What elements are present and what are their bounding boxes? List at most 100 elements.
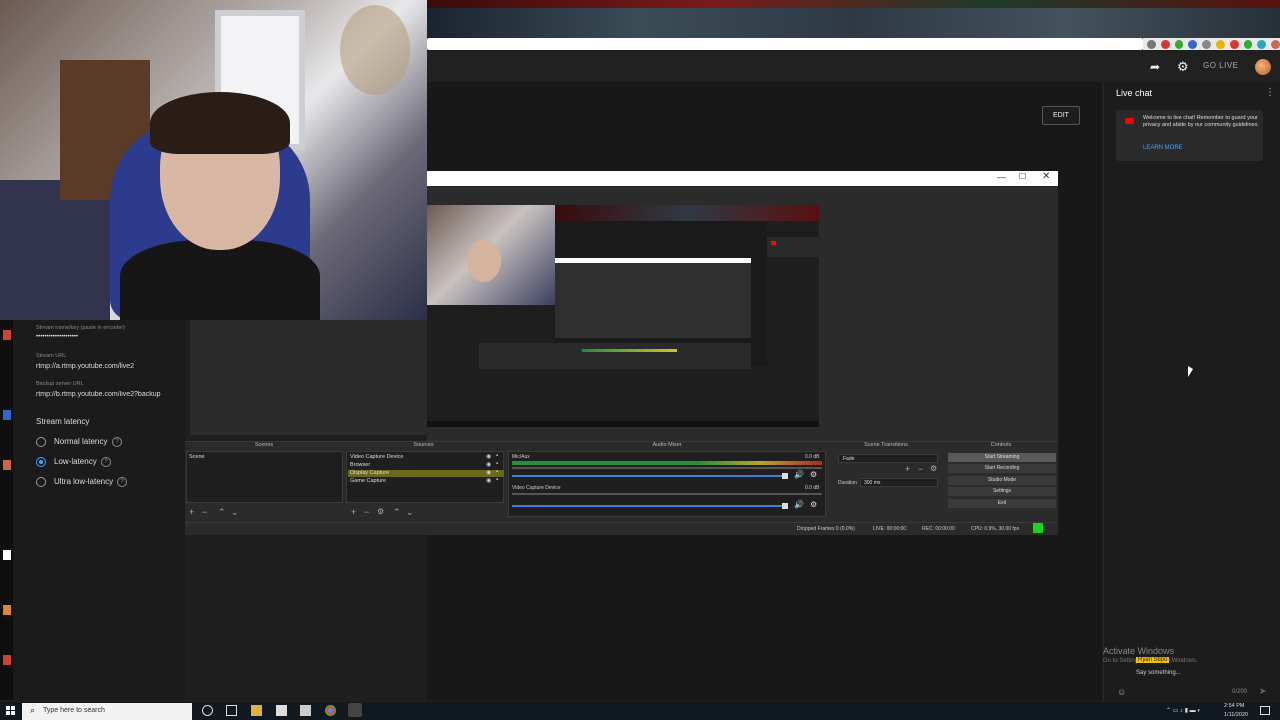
start-streaming-button[interactable]: Start Streaming [948,453,1056,462]
stream-latency-heading: Stream latency [36,417,90,426]
taskbar-search-input[interactable]: Type here to search [43,707,105,714]
extension-icon[interactable] [1215,39,1225,49]
maximize-icon[interactable]: ☐ [1019,172,1026,181]
chevron-up-icon[interactable]: ⌃ [393,507,401,518]
gear-icon[interactable]: ⚙ [810,470,817,479]
speaker-icon[interactable]: 🔊 [794,500,804,509]
normal-latency-radio[interactable] [36,437,46,447]
sidebar-icon[interactable] [3,550,11,560]
gear-icon[interactable]: ⚙ [1177,59,1191,74]
extension-icon[interactable] [1160,39,1170,49]
lock-icon[interactable]: ▪ [496,469,498,475]
source-item[interactable]: Browser [350,462,370,468]
gear-icon[interactable]: ⚙ [377,507,384,516]
gear-icon[interactable]: ⚙ [810,500,817,509]
chevron-down-icon[interactable]: ⌄ [406,507,414,518]
eye-icon[interactable]: ◉ [486,477,491,484]
volume-slider[interactable] [512,505,788,507]
normal-latency-label[interactable]: Normal latency [54,437,107,446]
source-item[interactable]: Display Capture [350,470,389,476]
duration-input[interactable]: 300 ms [860,478,938,487]
lock-icon[interactable]: ▪ [496,461,498,467]
transition-select[interactable]: Fade [838,454,938,463]
sidebar-icon[interactable] [3,655,11,665]
go-live-button[interactable]: GO LIVE [1203,61,1239,70]
add-icon[interactable]: + [905,464,910,474]
extension-icon[interactable] [1202,39,1211,49]
minimize-icon[interactable]: — [997,172,1006,182]
help-icon[interactable]: ? [112,437,122,447]
extension-icon[interactable] [1243,39,1253,49]
extension-icon[interactable] [1257,39,1267,49]
sidebar-icon[interactable] [3,330,11,340]
backup-url-field[interactable]: rtmp://b.rtmp.youtube.com/live2?backup [36,391,184,398]
low-latency-radio[interactable] [36,457,46,467]
notification-icon[interactable] [1260,706,1270,715]
chevron-down-icon[interactable]: ⌄ [231,507,239,518]
stream-url-field[interactable]: rtmp://a.rtmp.youtube.com/live2 [36,363,134,370]
emoji-icon[interactable]: ☺ [1117,687,1126,697]
studio-mode-button[interactable]: Studio Mode [948,476,1056,485]
lock-icon[interactable]: ▪ [496,453,498,459]
sidebar-icon[interactable] [3,410,11,420]
obs-taskbar-icon[interactable] [348,703,362,717]
edit-button[interactable]: EDIT [1042,106,1080,125]
audio-mixer-title: Audio Mixer [652,442,682,448]
ultra-low-latency-radio[interactable] [36,477,46,487]
remove-icon[interactable]: − [918,464,923,474]
sources-title: Sources [413,442,434,448]
scene-item[interactable]: Scene [189,454,205,460]
remove-icon[interactable]: − [364,507,369,517]
add-icon[interactable]: + [351,507,356,517]
settings-button[interactable]: Settings [948,487,1056,496]
extension-icon[interactable] [1271,39,1280,49]
obs-preview-canvas[interactable] [427,205,819,427]
system-tray-icons[interactable]: ⌃ ▭ ♪ ▮ ▬ ◐ [1166,707,1201,714]
start-recording-button[interactable]: Start Recording [948,464,1056,473]
speaker-icon[interactable]: 🔊 [794,470,804,479]
sidebar-icon[interactable] [3,605,11,615]
remove-icon[interactable]: − [202,507,207,517]
clock-date[interactable]: 1/11/2020 [1224,712,1248,718]
mail-icon[interactable] [300,705,311,716]
extension-icon[interactable] [1174,39,1184,49]
eye-icon[interactable]: ◉ [486,453,491,460]
help-icon[interactable]: ? [117,477,127,487]
avatar[interactable] [1255,59,1271,75]
low-latency-label[interactable]: Low-latency [54,457,97,466]
volume-slider-knob[interactable] [782,503,788,509]
gear-icon[interactable]: ⚙ [930,464,937,473]
sidebar-icon[interactable] [3,460,11,470]
eye-icon[interactable]: ◉ [486,469,491,476]
extension-icon[interactable] [1188,39,1198,49]
add-icon[interactable]: + [189,507,194,517]
source-item[interactable]: Video Capture Device [350,454,403,460]
store-icon[interactable] [276,705,287,716]
address-bar[interactable] [427,38,1143,50]
share-icon[interactable]: ➦ [1150,60,1164,74]
file-explorer-icon[interactable] [251,705,262,716]
extension-icon[interactable] [1229,39,1239,49]
windows-start-icon[interactable] [6,706,16,716]
volume-slider-knob[interactable] [782,473,788,479]
help-icon[interactable]: ? [101,457,111,467]
volume-slider[interactable] [512,475,788,477]
close-icon[interactable]: ✕ [1042,171,1050,182]
source-item[interactable]: Game Capture [350,478,386,484]
more-options-icon[interactable]: ⋮ [1265,87,1275,98]
chevron-up-icon[interactable]: ⌃ [218,507,226,518]
exit-button[interactable]: Exit [948,499,1056,508]
star-icon[interactable] [1147,39,1156,49]
learn-more-link[interactable]: LEARN MORE [1143,145,1183,151]
eye-icon[interactable]: ◉ [486,461,491,468]
chat-welcome-text: Welcome to live chat! Remember to guard … [1143,115,1259,128]
chrome-icon[interactable] [325,705,336,716]
ultra-low-latency-label[interactable]: Ultra low-latency [54,477,113,486]
cortana-icon[interactable] [202,705,213,716]
task-view-icon[interactable] [226,705,237,716]
lock-icon[interactable]: ▪ [496,477,498,483]
clock-time[interactable]: 2:54 PM [1224,703,1244,709]
chat-input[interactable]: Say something... [1136,670,1181,676]
stream-key-field[interactable]: •••••••••••••••••••• [36,334,78,340]
send-icon[interactable]: ➤ [1259,686,1267,697]
